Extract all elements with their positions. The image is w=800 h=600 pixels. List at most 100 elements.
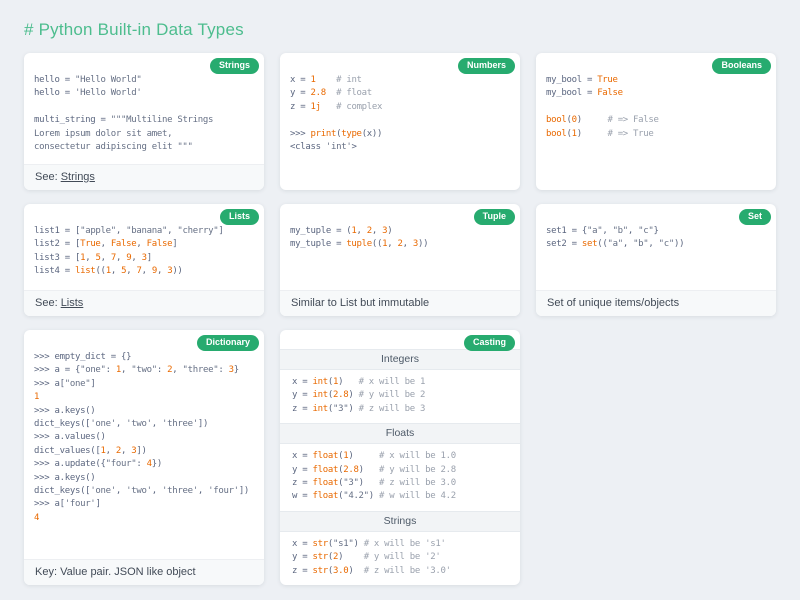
- code-line: bool(0) # => False: [546, 114, 766, 127]
- card-footer: Key: Value pair. JSON like object: [24, 559, 264, 585]
- code-token: z =: [292, 404, 312, 414]
- code-token: ,: [106, 446, 116, 456]
- code-token: x =: [292, 539, 312, 549]
- code-token: (x)): [362, 129, 382, 139]
- footer-text: Set of unique items/objects: [547, 297, 679, 309]
- card-badge-dictionary: Dictionary: [197, 335, 259, 351]
- code-token: ,: [116, 226, 126, 236]
- code-line: >>> print(type(x)): [290, 128, 510, 141]
- code-block: x = str("s1") # x will be 's1'y = str(2)…: [280, 532, 520, 585]
- code-token: 4: [34, 513, 39, 523]
- code-line: my_tuple = (1, 2, 3): [290, 225, 510, 238]
- code-token: 'Hello World': [75, 88, 142, 98]
- card-lists: Listslist1 = ["apple", "banana", "cherry…: [24, 204, 264, 316]
- code-line: >>> a['four']: [34, 498, 254, 511]
- section-header-integers: Integers: [280, 349, 520, 370]
- code-line: >>> a.values(): [34, 431, 254, 444]
- code-token: ,: [152, 486, 162, 496]
- code-token: dict_values([: [34, 446, 101, 456]
- code-token: ): [387, 226, 392, 236]
- code-line: [34, 101, 254, 114]
- code-token: ,: [142, 266, 152, 276]
- code-block: x = 1 # inty = 2.8 # floatz = 1j # compl…: [290, 74, 510, 154]
- code-line: multi_string = """Multiline Strings: [34, 114, 254, 127]
- card-dictionary: Dictionary>>> empty_dict = {}>>> a = {"o…: [24, 330, 264, 585]
- code-token: multi_string =: [34, 115, 111, 125]
- card-footer: Set of unique items/objects: [536, 290, 776, 316]
- code-line: consectetur adipiscing elit """: [34, 141, 254, 154]
- card-footer: See: Lists: [24, 290, 264, 316]
- code-token: list3 = [: [34, 253, 80, 263]
- code-line: z = 1j # complex: [290, 101, 510, 114]
- code-line: y = float(2.8) # y will be 2.8: [292, 464, 508, 477]
- code-line: dict_keys(['one', 'two', 'three', 'four'…: [34, 485, 254, 498]
- code-token: True: [80, 239, 100, 249]
- card-badge-numbers: Numbers: [458, 58, 515, 74]
- code-token: int: [312, 390, 327, 400]
- code-token: "b": [633, 239, 648, 249]
- code-token: "cherry": [177, 226, 218, 236]
- code-token: print: [310, 129, 336, 139]
- code-token: int: [312, 377, 327, 387]
- code-line: 1: [34, 391, 254, 404]
- card-badge-tuple: Tuple: [474, 209, 515, 225]
- code-token: my_tuple =: [290, 239, 346, 249]
- code-token: x =: [292, 451, 312, 461]
- footer-link-strings[interactable]: Strings: [61, 171, 95, 183]
- code-line: w = float("4.2") # w will be 4.2: [292, 490, 508, 503]
- code-line: bool(1) # => True: [546, 128, 766, 141]
- code-token: 'four': [208, 486, 239, 496]
- code-line: list3 = [1, 5, 7, 9, 3]: [34, 252, 254, 265]
- code-token: :: [106, 365, 116, 375]
- code-token: "3": [333, 404, 348, 414]
- code-token: ,: [167, 226, 177, 236]
- code-token: 'three': [162, 419, 198, 429]
- code-token: ]: [147, 253, 152, 263]
- code-token: ]: [172, 239, 177, 249]
- card-body: x = 1 # inty = 2.8 # floatz = 1j # compl…: [280, 53, 520, 190]
- code-token: list: [75, 266, 95, 276]
- code-token: False: [597, 88, 623, 98]
- code-token: >>> a.values(): [34, 432, 106, 442]
- code-token: tuple: [346, 239, 372, 249]
- code-token: set: [582, 239, 597, 249]
- code-token: 'two': [126, 486, 152, 496]
- code-token: y =: [292, 465, 312, 475]
- code-token: 1: [34, 392, 39, 402]
- code-token: # x will be 's1': [359, 539, 446, 549]
- page-title: # Python Built-in Data Types: [24, 20, 776, 40]
- code-token: # x will be 1.0: [353, 451, 455, 461]
- code-token: 'int': [326, 142, 352, 152]
- code-token: ,: [116, 419, 126, 429]
- code-token: z =: [292, 566, 312, 576]
- card-tuple: Tuplemy_tuple = (1, 2, 3)my_tuple = tupl…: [280, 204, 520, 316]
- code-token: :: [218, 365, 228, 375]
- card-footer: Similar to List but immutable: [280, 290, 520, 316]
- code-line: y = int(2.8) # y will be 2: [292, 389, 508, 402]
- code-token: w =: [292, 491, 312, 501]
- footer-link-lists[interactable]: Lists: [61, 297, 84, 309]
- code-token: )): [674, 239, 684, 249]
- code-token: }: [654, 226, 659, 236]
- code-line: >>> a = {"one": 1, "two": 2, "three": 3}: [34, 364, 254, 377]
- code-token: 'three': [162, 486, 198, 496]
- card-badge-casting: Casting: [464, 335, 515, 351]
- code-token: ,: [152, 419, 162, 429]
- code-token: >>> a.keys(): [34, 473, 95, 483]
- code-line: my_tuple = tuple((1, 2, 3)): [290, 238, 510, 251]
- code-token: }: [234, 365, 239, 375]
- code-line: Lorem ipsum dolor sit amet,: [34, 128, 254, 141]
- code-line: z = float("3") # z will be 3.0: [292, 477, 508, 490]
- code-token: # => False: [582, 115, 659, 125]
- code-token: list2 = [: [34, 239, 80, 249]
- code-token: ,: [602, 226, 612, 236]
- code-token: False: [147, 239, 173, 249]
- code-token: # y will be '2': [343, 552, 440, 562]
- code-token: 'four': [65, 499, 96, 509]
- code-token: Lorem ipsum dolor sit amet,: [34, 129, 172, 139]
- card-footer: See: Strings: [24, 164, 264, 190]
- code-token: >>> a.update({: [34, 459, 106, 469]
- code-token: ,: [648, 239, 658, 249]
- code-token: # complex: [321, 102, 382, 112]
- code-line: my_bool = True: [546, 74, 766, 87]
